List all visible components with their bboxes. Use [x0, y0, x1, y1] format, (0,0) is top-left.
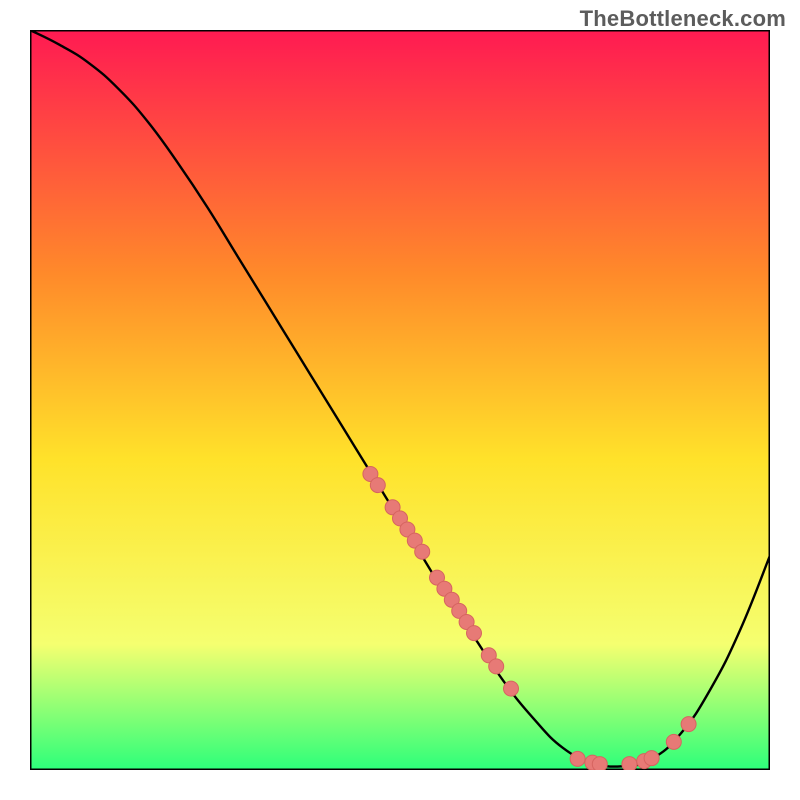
- data-marker: [592, 757, 607, 770]
- data-marker: [489, 659, 504, 674]
- data-marker: [467, 626, 482, 641]
- watermark-text: TheBottleneck.com: [580, 6, 786, 32]
- data-marker: [681, 717, 696, 732]
- data-marker: [370, 478, 385, 493]
- data-marker: [570, 751, 585, 766]
- data-marker: [644, 751, 659, 766]
- data-marker: [622, 757, 637, 770]
- data-marker: [415, 544, 430, 559]
- chart-stage: TheBottleneck.com: [0, 0, 800, 800]
- data-marker: [504, 681, 519, 696]
- data-marker: [666, 734, 681, 749]
- plot-area: [30, 30, 770, 770]
- gradient-background: [30, 30, 770, 770]
- bottleneck-chart: [30, 30, 770, 770]
